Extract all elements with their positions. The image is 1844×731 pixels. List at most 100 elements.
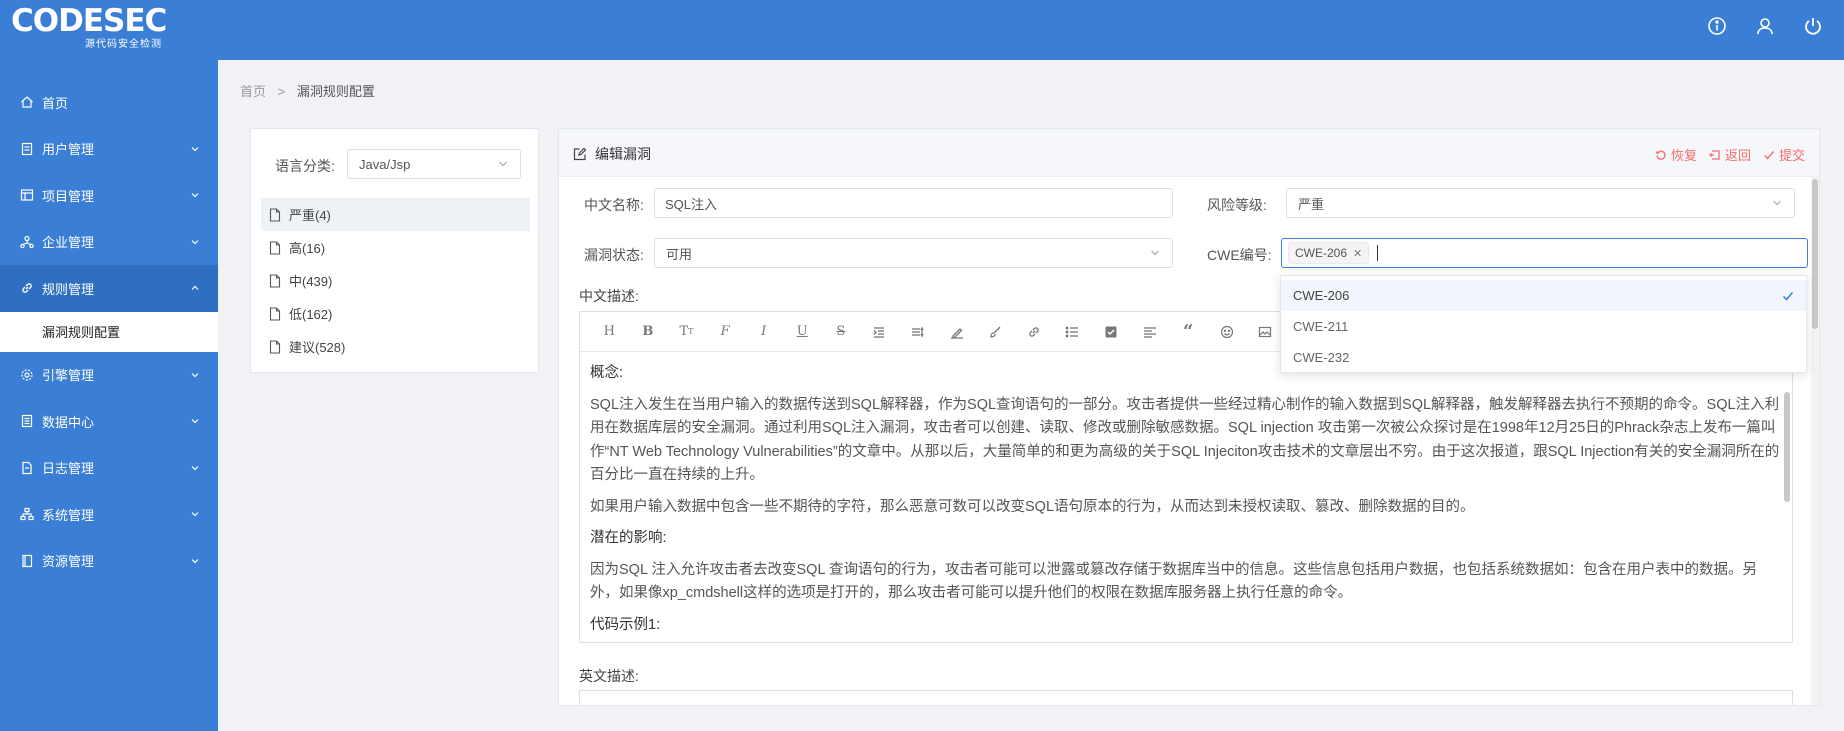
cwe-label: CWE编号: — [1207, 247, 1272, 263]
lang-select-value: Java/Jsp — [359, 156, 411, 172]
restore-label: 恢复 — [1670, 148, 1697, 163]
info-icon[interactable] — [1704, 13, 1730, 39]
tree-item[interactable]: 严重(4) — [261, 198, 530, 231]
sidebar-item-label: 日志管理 — [42, 461, 95, 477]
sidebar-item-home[interactable]: 首页 — [0, 79, 218, 126]
tree-item[interactable]: 建议(528) — [261, 330, 530, 363]
cwe-option[interactable]: CWE-211 — [1281, 311, 1806, 342]
back-icon — [1709, 149, 1720, 160]
cn-name-label: 中文名称: — [584, 197, 644, 213]
tree-item[interactable]: 高(16) — [261, 231, 530, 264]
emoji-icon[interactable] — [1208, 320, 1247, 344]
sidebar-item-users[interactable]: 用户管理 — [0, 126, 218, 173]
align-icon[interactable] — [1130, 320, 1169, 344]
font-color-icon[interactable] — [937, 320, 976, 344]
check-icon — [1763, 150, 1775, 160]
font-family-icon[interactable]: F — [706, 320, 745, 344]
content-paragraph: 如果用户输入数据中包含一些不期待的字符，那么恶意可数可以改变SQL语句原本的行为… — [590, 498, 1475, 515]
strikethrough-icon[interactable]: S — [822, 320, 861, 344]
sidebar-item-system[interactable]: 系统管理 — [0, 491, 218, 538]
content-scrollbar[interactable] — [1784, 392, 1790, 502]
italic-icon[interactable]: I — [744, 320, 783, 344]
sidebar-item-logs[interactable]: 日志管理 — [0, 445, 218, 492]
sidebar-item-label: 首页 — [42, 95, 69, 111]
lang-select[interactable]: Java/Jsp — [347, 149, 521, 179]
heading-icon[interactable]: H — [590, 320, 629, 344]
cn-desc-content[interactable]: 概念: SQL注入发生在当用户输入的数据传送到SQL解释器，作为SQL查询语句的… — [580, 352, 1792, 642]
sidebar-item-label: 规则管理 — [42, 281, 95, 297]
link-icon — [20, 281, 34, 295]
edit-icon — [573, 147, 587, 161]
user-icon[interactable] — [1752, 13, 1778, 39]
risk-level-label: 风险等级: — [1207, 197, 1267, 213]
sidebar-item-engine[interactable]: 引擎管理 — [0, 352, 218, 399]
file-icon — [269, 339, 281, 354]
chevron-down-icon — [191, 193, 199, 198]
chevron-down-icon — [1773, 200, 1781, 206]
line-height-icon[interactable] — [899, 320, 938, 344]
sidebar-item-projects[interactable]: 项目管理 — [0, 172, 218, 219]
breadcrumb-current: 漏洞规则配置 — [296, 84, 375, 99]
breadcrumb: 首页 > 漏洞规则配置 — [240, 81, 375, 100]
cn-name-input[interactable]: SQL注入 — [654, 188, 1173, 218]
close-icon[interactable]: ✕ — [1353, 247, 1362, 260]
severity-tree: 严重(4) 高(16) 中(439) 低(162) 建议(528) — [261, 198, 530, 363]
en-desc-editor — [579, 690, 1793, 705]
underline-icon[interactable]: U — [783, 320, 822, 344]
font-size-icon[interactable]: TT — [667, 320, 706, 344]
bg-color-icon[interactable] — [976, 320, 1015, 344]
list-icon[interactable] — [1053, 320, 1092, 344]
sidebar: 首页 用户管理 项目管理 企业管理 规则管理 漏洞规则配置 引擎管理 数据中心 … — [0, 60, 218, 731]
content-heading: 潜在的影响: — [590, 530, 667, 546]
brand-tagline: 源代码安全检测 — [85, 39, 162, 50]
log-icon — [20, 461, 34, 475]
tree-item-label: 严重(4) — [289, 208, 331, 223]
risk-level-select[interactable]: 严重 — [1286, 188, 1795, 218]
sidebar-subitem-label: 漏洞规则配置 — [42, 325, 121, 340]
bold-icon[interactable]: B — [629, 320, 668, 344]
restore-button[interactable]: 恢复 — [1655, 145, 1697, 164]
tree-item-label: 中(439) — [289, 274, 333, 289]
quote-icon[interactable]: “ — [1169, 320, 1208, 344]
status-value: 可用 — [666, 246, 693, 262]
cwe-multiselect[interactable]: CWE-206 ✕ — [1281, 238, 1808, 268]
breadcrumb-separator: > — [277, 84, 286, 99]
chevron-down-icon — [191, 146, 199, 151]
risk-level-value: 严重 — [1298, 196, 1325, 212]
tree-item[interactable]: 中(439) — [261, 264, 530, 297]
chevron-down-icon — [191, 512, 199, 517]
submit-button[interactable]: 提交 — [1763, 145, 1805, 164]
chevron-down-icon — [191, 465, 199, 470]
status-select[interactable]: 可用 — [654, 238, 1173, 268]
restore-icon — [1655, 150, 1666, 160]
org-icon — [20, 235, 34, 249]
sidebar-item-data-center[interactable]: 数据中心 — [0, 398, 218, 445]
power-icon[interactable] — [1800, 13, 1826, 39]
content-heading: 代码示例1: — [590, 616, 661, 633]
chevron-down-icon — [499, 161, 507, 167]
cwe-tag: CWE-206 ✕ — [1288, 242, 1370, 264]
cwe-option[interactable]: CWE-232 — [1281, 342, 1806, 373]
tree-item[interactable]: 低(162) — [261, 297, 530, 330]
submit-label: 提交 — [1778, 148, 1805, 163]
indent-icon[interactable] — [860, 320, 899, 344]
link-icon[interactable] — [1015, 320, 1054, 344]
sidebar-item-resources[interactable]: 资源管理 — [0, 538, 218, 585]
back-button[interactable]: 返回 — [1709, 145, 1751, 164]
sidebar-item-enterprise[interactable]: 企业管理 — [0, 219, 218, 266]
panel-scrollbar-thumb[interactable] — [1812, 179, 1818, 329]
breadcrumb-home[interactable]: 首页 — [240, 84, 266, 99]
chevron-down-icon — [191, 558, 199, 563]
content-paragraph: SQL注入发生在当用户输入的数据传送到SQL解释器，作为SQL查询语句的一部分。… — [590, 396, 1780, 484]
check-icon — [1782, 292, 1794, 301]
image-icon[interactable] — [1246, 320, 1285, 344]
en-desc-label: 英文描述: — [579, 668, 639, 684]
brand-name: CODESEC — [11, 3, 167, 39]
top-bar: CODESEC 源代码安全检测 — [0, 0, 1844, 60]
sidebar-item-rules[interactable]: 规则管理 — [0, 265, 218, 312]
checkbox-icon[interactable] — [1092, 320, 1131, 344]
sidebar-subitem-vuln-rules[interactable]: 漏洞规则配置 — [0, 311, 218, 352]
cwe-tag-label: CWE-206 — [1295, 246, 1348, 260]
cwe-option[interactable]: CWE-206 — [1281, 280, 1806, 311]
tree-item-label: 低(162) — [289, 307, 333, 322]
